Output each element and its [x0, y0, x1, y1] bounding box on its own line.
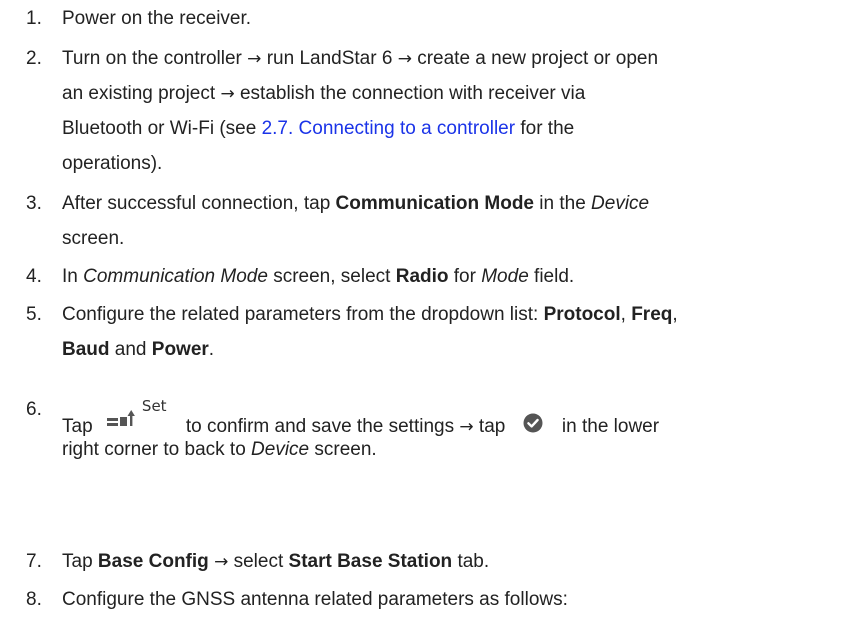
arrow-icon: → [397, 49, 412, 69]
step-text: Tap Set to confirm and save the settings… [62, 388, 857, 467]
step-number: 1. [26, 8, 42, 29]
section-link[interactable]: 2.7. Connecting to a controller [262, 118, 516, 139]
arrow-icon: → [247, 49, 262, 69]
step-text: Turn on the controller → run LandStar 6 … [62, 48, 659, 174]
step-number: 5. [26, 304, 42, 325]
step-number: 8. [26, 589, 42, 610]
step-text: Configure the related parameters from th… [62, 304, 678, 360]
arrow-icon: → [220, 84, 235, 104]
step-text: Tap Base Config → select Start Base Stat… [62, 551, 490, 572]
set-icon: Set [106, 384, 167, 428]
step-number: 6. [26, 399, 42, 420]
step-text: After successful connection, tap Communi… [62, 193, 650, 249]
step-number: 7. [26, 551, 42, 572]
step-text: Configure the GNSS antenna related param… [62, 589, 568, 610]
step-number: 4. [26, 266, 42, 287]
check-circle-icon [523, 413, 543, 433]
document-page: 1. Power on the receiver. 2. Turn on the… [0, 0, 863, 617]
step-number: 3. [26, 193, 42, 214]
step-number: 2. [26, 48, 42, 69]
arrow-icon: → [459, 417, 474, 437]
step-text: Power on the receiver. [62, 8, 252, 29]
step-text: In Communication Mode screen, select Rad… [62, 266, 575, 287]
arrow-icon: → [214, 552, 229, 572]
